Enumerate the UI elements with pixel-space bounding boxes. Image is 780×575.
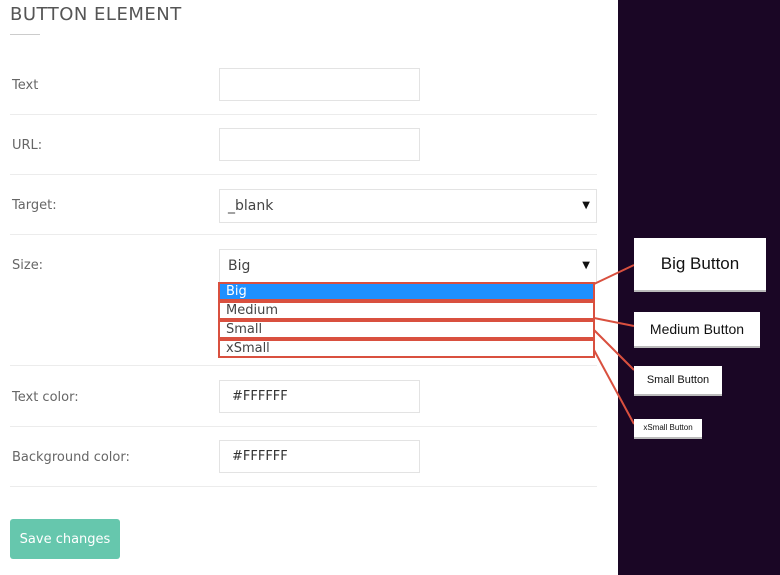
callout-medium-button: Medium Button xyxy=(634,312,760,346)
callout-xsmall-button: xSmall Button xyxy=(634,419,702,437)
callout-line-medium xyxy=(593,317,635,327)
callout-small-button: Small Button xyxy=(634,366,722,394)
callout-line-xsmall xyxy=(593,349,635,425)
callout-line-big xyxy=(593,264,635,285)
callout-big-button: Big Button xyxy=(634,238,766,290)
callout-line-small xyxy=(593,329,635,371)
